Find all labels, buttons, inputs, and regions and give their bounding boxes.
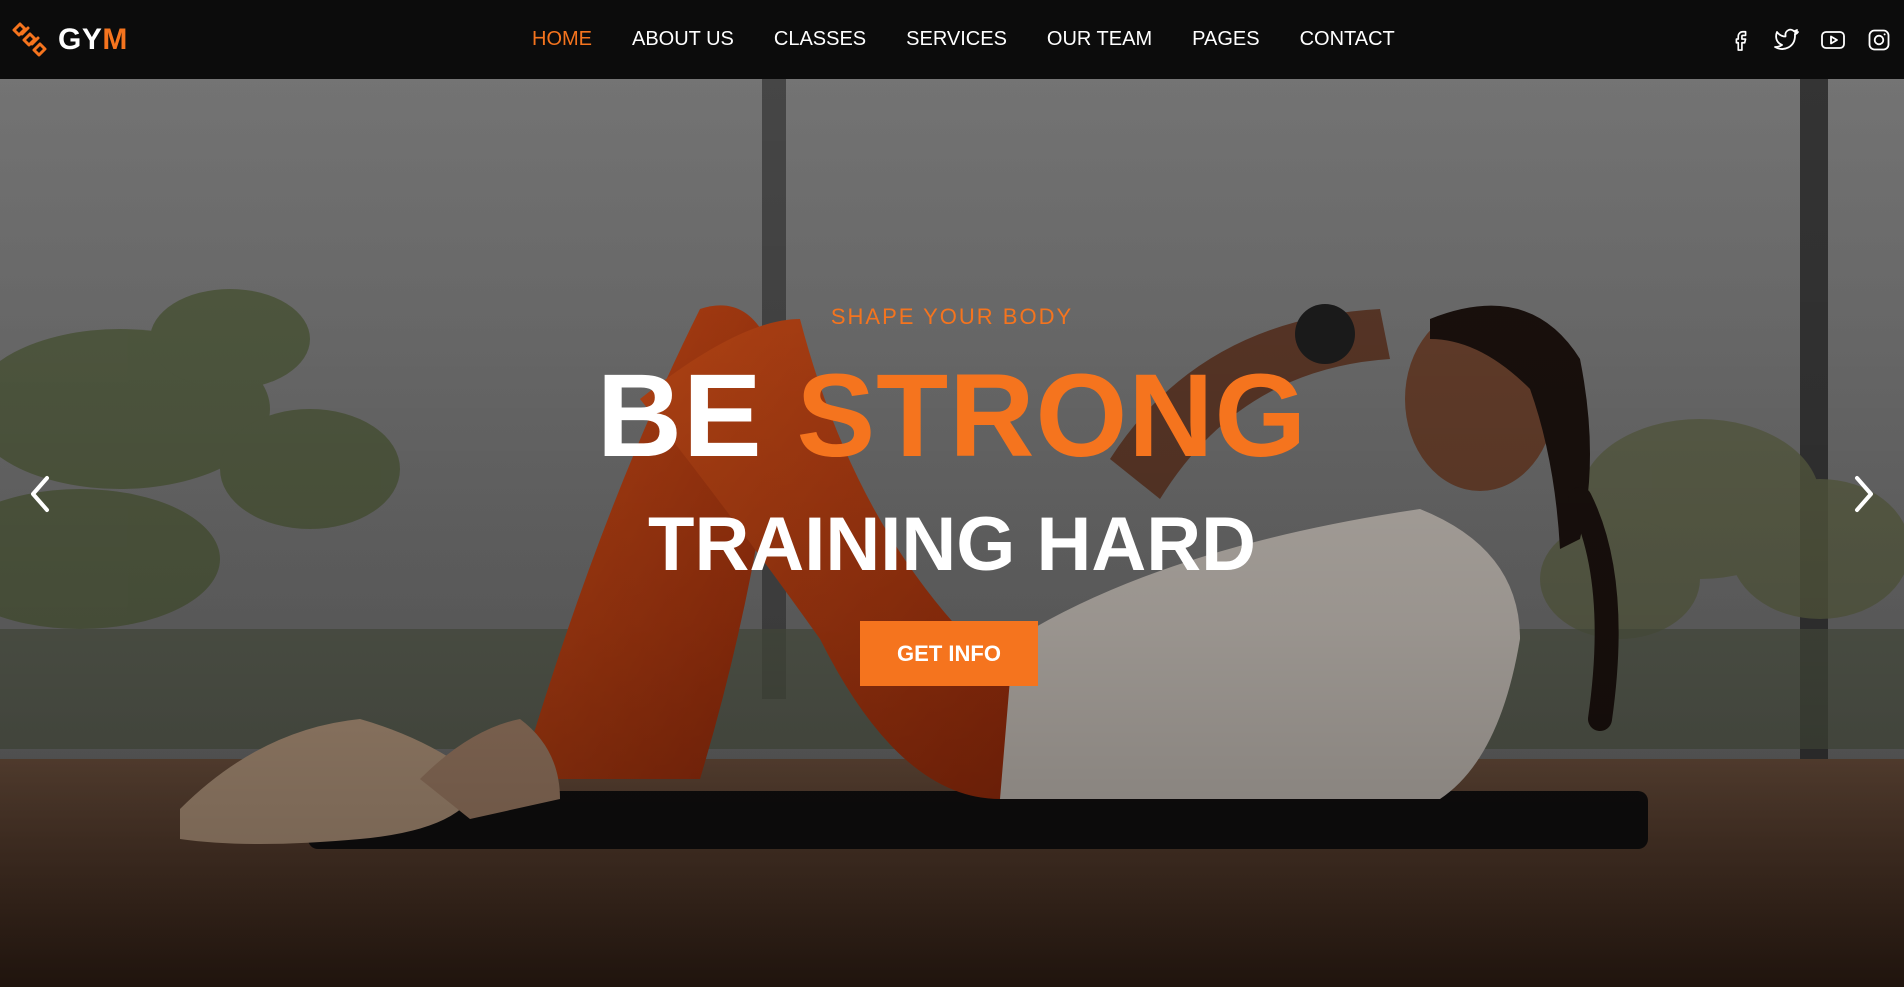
main-nav: HOME ABOUT US CLASSES SERVICES OUR TEAM … <box>532 0 1395 79</box>
brand-logo[interactable]: GYM <box>10 20 128 60</box>
chevron-left-icon <box>31 476 49 512</box>
nav-item-about-us[interactable]: ABOUT US <box>632 28 734 51</box>
nav-item-pages[interactable]: PAGES <box>1192 28 1259 51</box>
nav-item-classes[interactable]: CLASSES <box>774 28 866 51</box>
nav-item-services[interactable]: SERVICES <box>906 28 1007 51</box>
nav-item-contact[interactable]: CONTACT <box>1300 28 1395 51</box>
hero-slider: SHAPE YOUR BODY BE STRONG TRAINING HARD … <box>0 79 1904 987</box>
hero-subtitle: TRAINING HARD <box>648 502 1256 587</box>
site-header: GYM HOME ABOUT US CLASSES SERVICES OUR T… <box>0 0 1904 79</box>
hero-title: BE STRONG <box>0 357 1904 475</box>
nav-item-home[interactable]: HOME <box>532 28 592 51</box>
hero-title-plain: BE <box>596 350 797 482</box>
dumbbell-chain-icon <box>12 22 47 57</box>
hero-title-accent: STRONG <box>796 350 1308 482</box>
social-links <box>1728 27 1892 53</box>
slider-next-button[interactable] <box>1842 464 1886 524</box>
twitter-icon[interactable] <box>1774 27 1800 53</box>
slider-prev-button[interactable] <box>18 464 62 524</box>
get-info-button[interactable]: GET INFO <box>860 621 1038 686</box>
youtube-icon[interactable] <box>1820 27 1846 53</box>
hero-kicker: SHAPE YOUR BODY <box>830 304 1074 329</box>
facebook-icon[interactable] <box>1728 27 1754 53</box>
nav-item-our-team[interactable]: OUR TEAM <box>1047 28 1152 51</box>
instagram-icon[interactable] <box>1866 27 1892 53</box>
brand-name: GYM <box>58 23 128 56</box>
chevron-right-icon <box>1855 476 1873 512</box>
